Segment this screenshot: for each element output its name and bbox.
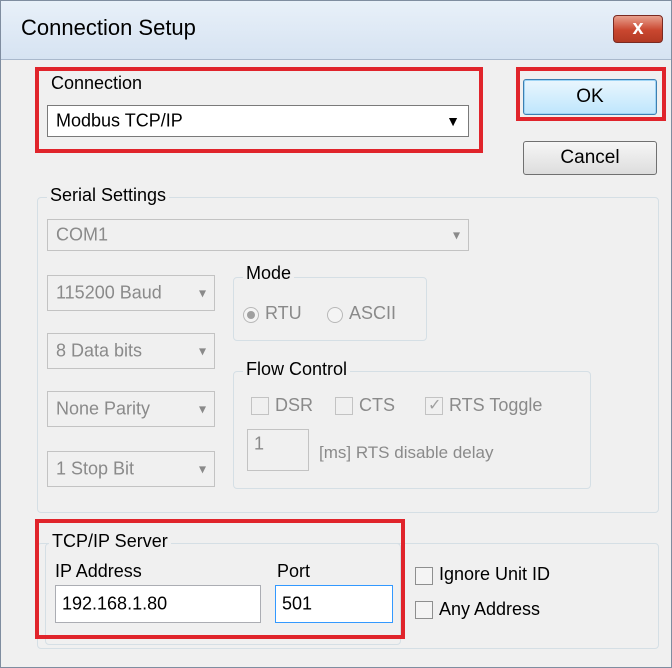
mode-label: Mode [243, 263, 295, 284]
rts-delay-value: 1 [254, 433, 265, 454]
data-bits-select[interactable]: 8 Data bits ▾ [47, 333, 215, 369]
cts-label: CTS [359, 395, 395, 415]
rts-delay-label: [ms] RTS disable delay [319, 443, 494, 462]
close-button[interactable]: x [613, 15, 663, 43]
chevron-down-icon: ▼ [446, 113, 460, 129]
ip-address-input[interactable]: 192.168.1.80 [55, 585, 261, 623]
ip-address-value: 192.168.1.80 [62, 593, 168, 614]
stop-bits-select[interactable]: 1 Stop Bit ▾ [47, 451, 215, 487]
ip-address-label: IP Address [55, 561, 142, 581]
baud-value: 115200 Baud [56, 282, 162, 303]
window-title: Connection Setup [21, 15, 196, 40]
ok-label: OK [576, 86, 604, 107]
cts-checkbox[interactable] [335, 397, 353, 415]
any-address-label: Any Address [439, 599, 541, 619]
ok-button[interactable]: OK [523, 79, 657, 115]
serial-settings-label: Serial Settings [47, 185, 170, 206]
chevron-down-icon: ▾ [452, 226, 460, 243]
connection-setup-dialog: Connection Setup x Connection Modbus TCP… [0, 0, 672, 668]
dsr-label: DSR [275, 395, 314, 415]
radio-rtu[interactable] [243, 307, 259, 323]
cancel-button[interactable]: Cancel [523, 141, 657, 175]
rtu-label: RTU [265, 303, 302, 323]
rts-toggle-label: RTS Toggle [449, 395, 543, 415]
ignore-unit-id-label: Ignore Unit ID [439, 564, 551, 584]
parity-value: None Parity [56, 398, 151, 419]
ignore-unit-id-checkbox[interactable] [415, 567, 433, 585]
rts-toggle-checkbox[interactable]: ✓ [425, 397, 443, 415]
ascii-label: ASCII [349, 303, 397, 323]
any-address-checkbox[interactable] [415, 601, 433, 619]
connection-value: Modbus TCP/IP [56, 110, 183, 131]
connection-select[interactable]: Modbus TCP/IP ▼ [47, 105, 469, 137]
rts-delay-input[interactable]: 1 [247, 429, 309, 471]
title-bar: Connection Setup x [1, 1, 671, 60]
radio-ascii[interactable] [327, 307, 343, 323]
port-input[interactable]: 501 [275, 585, 393, 623]
checkmark-icon: ✓ [428, 397, 442, 414]
flow-control-label: Flow Control [243, 359, 351, 380]
chevron-down-icon: ▾ [198, 460, 206, 477]
com-port-value: COM1 [56, 224, 109, 245]
port-label: Port [277, 561, 311, 581]
tcp-server-label: TCP/IP Server [49, 531, 171, 552]
cancel-label: Cancel [560, 147, 620, 168]
baud-select[interactable]: 115200 Baud ▾ [47, 275, 215, 311]
connection-label: Connection [51, 73, 143, 93]
stop-bits-value: 1 Stop Bit [56, 458, 135, 479]
dsr-checkbox[interactable] [251, 397, 269, 415]
close-icon: x [632, 17, 644, 39]
port-value: 501 [282, 593, 313, 614]
chevron-down-icon: ▾ [198, 284, 206, 301]
chevron-down-icon: ▾ [198, 342, 206, 359]
data-bits-value: 8 Data bits [56, 340, 143, 361]
parity-select[interactable]: None Parity ▾ [47, 391, 215, 427]
com-port-select[interactable]: COM1 ▾ [47, 219, 469, 251]
chevron-down-icon: ▾ [198, 400, 206, 417]
